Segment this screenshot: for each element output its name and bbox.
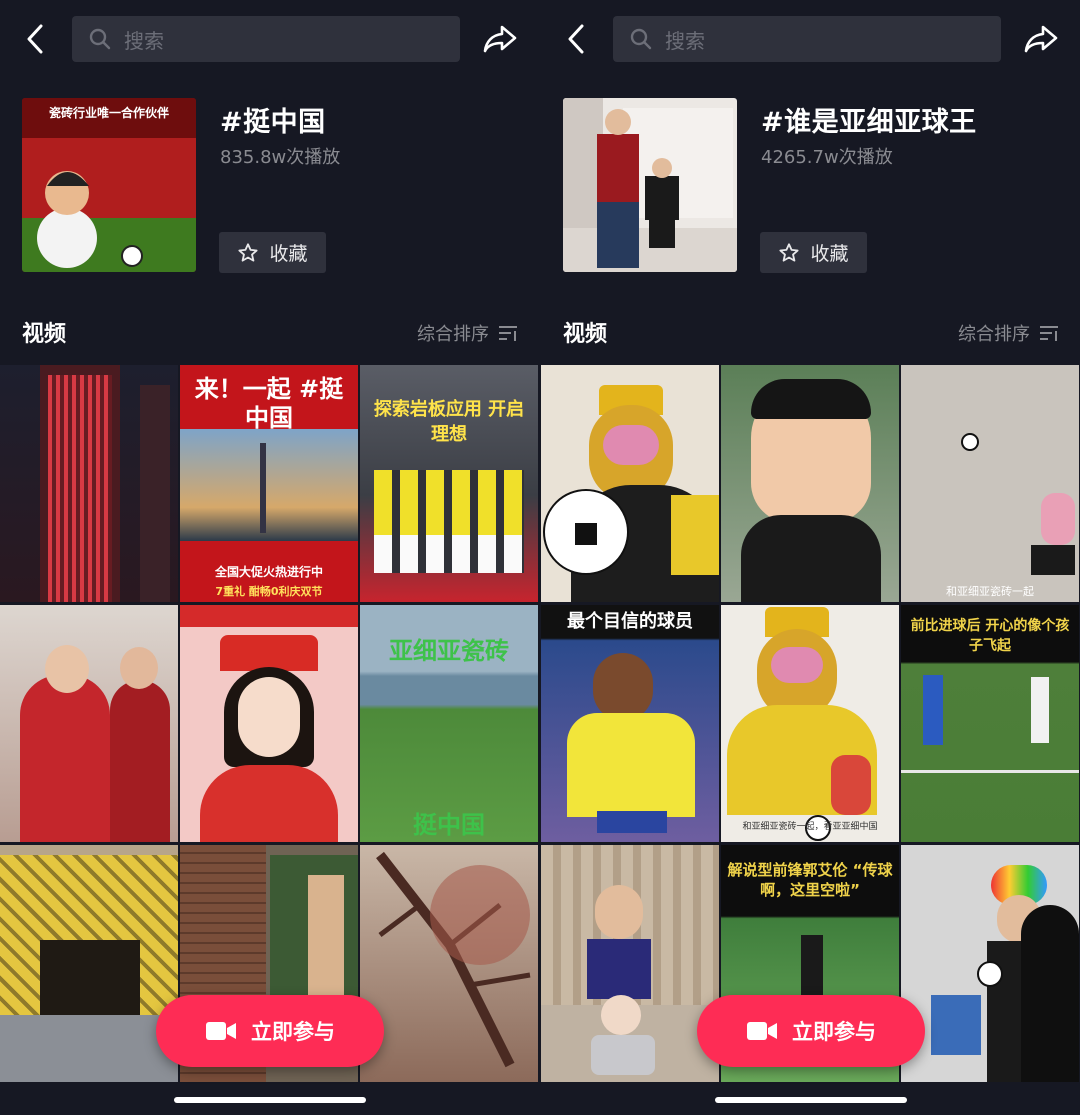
video-thumbnail[interactable] xyxy=(0,845,178,1082)
video-caption: 来！一起 #挺中国 xyxy=(194,375,344,432)
video-thumbnail[interactable] xyxy=(0,605,178,842)
hashtag-cover-image xyxy=(563,98,737,272)
share-button[interactable] xyxy=(481,22,519,56)
section-title-videos: 视频 xyxy=(22,322,67,347)
play-count: 835.8w次播放 xyxy=(220,147,341,168)
hashtag-cover-image: 瓷砖行业唯一合作伙伴 xyxy=(22,98,196,272)
chevron-left-icon xyxy=(568,24,584,54)
top-bar: 搜索 xyxy=(0,16,539,62)
hashtag-title: #谁是亚细亚球王 xyxy=(761,107,977,138)
search-icon xyxy=(89,28,111,50)
star-icon xyxy=(238,242,259,262)
video-footer: 和亚细亚瓷砖一起，看亚亚细中国 xyxy=(742,822,878,832)
video-thumbnail[interactable] xyxy=(360,845,538,1082)
video-thumbnail[interactable] xyxy=(0,365,178,602)
video-thumbnail[interactable] xyxy=(180,605,358,842)
search-input[interactable]: 搜索 xyxy=(613,16,1001,62)
join-button[interactable]: 立即参与 xyxy=(697,995,925,1067)
home-indicator xyxy=(715,1097,907,1103)
cover-banner-text: 瓷砖行业唯一合作伙伴 xyxy=(48,106,169,120)
sort-icon xyxy=(499,326,517,341)
search-placeholder: 搜索 xyxy=(665,28,705,53)
sort-button[interactable]: 综合排序 xyxy=(417,320,519,346)
video-thumbnail[interactable]: 最个目信的球员 xyxy=(541,605,719,842)
video-thumbnail[interactable]: 前比进球后 开心的像个孩子飞起 xyxy=(901,605,1079,842)
sort-label: 综合排序 xyxy=(958,324,1030,345)
sort-icon xyxy=(1040,326,1058,341)
back-button[interactable] xyxy=(18,22,52,56)
video-thumbnail[interactable]: 来！一起 #挺中国 全国大促火热进行中 7重礼 酣畅0利庆双节 xyxy=(180,365,358,602)
hashtag-page-left: 搜索 瓷砖行业唯一合作伙伴 #挺中国 835.8w次播放 收藏 视频 综合排序 xyxy=(0,0,539,1115)
video-subcaption: 全国大促火热进行中 xyxy=(214,565,323,579)
video-thumbnail[interactable]: 和亚细亚瓷砖一起 xyxy=(901,365,1079,602)
video-grid: 来！一起 #挺中国 全国大促火热进行中 7重礼 酣畅0利庆双节 探索岩板应用 开… xyxy=(0,365,539,1082)
hashtag-page-right: 搜索 #谁是亚细亚球王 4265.7w次播放 收藏 视频 综合排序 和亚细亚瓷砖… xyxy=(541,0,1080,1115)
collect-label: 收藏 xyxy=(269,243,308,265)
video-caption: 前比进球后 开心的像个孩子飞起 xyxy=(910,618,1070,654)
sort-label: 综合排序 xyxy=(417,324,489,345)
chevron-left-icon xyxy=(27,24,43,54)
video-thumbnail[interactable]: 和亚细亚瓷砖一起，看亚亚细中国 xyxy=(721,605,899,842)
video-footer: 和亚细亚瓷砖一起 xyxy=(946,585,1034,598)
top-bar: 搜索 xyxy=(541,16,1080,62)
video-thumbnail[interactable] xyxy=(901,845,1079,1082)
video-caption: 最个目信的球员 xyxy=(567,611,693,632)
video-thumbnail[interactable] xyxy=(721,365,899,602)
search-icon xyxy=(630,28,652,50)
video-thumbnail[interactable] xyxy=(541,365,719,602)
video-thumbnail[interactable]: 亚细亚瓷砖 挺中国 xyxy=(360,605,538,842)
section-title-videos: 视频 xyxy=(563,322,608,347)
video-camera-icon xyxy=(206,1022,236,1040)
join-label: 立即参与 xyxy=(251,1020,335,1044)
collect-label: 收藏 xyxy=(810,243,849,265)
video-grid: 和亚细亚瓷砖一起 最个目信的球员 和亚细亚瓷砖一起，看亚亚细中国 前比进球后 开… xyxy=(541,365,1080,1082)
video-thumbnail[interactable] xyxy=(541,845,719,1082)
hashtag-title: #挺中国 xyxy=(220,107,326,138)
video-footer: 7重礼 酣畅0利庆双节 xyxy=(215,585,323,598)
search-placeholder: 搜索 xyxy=(124,28,164,53)
join-button[interactable]: 立即参与 xyxy=(156,995,384,1067)
collect-button[interactable]: 收藏 xyxy=(760,232,867,273)
join-label: 立即参与 xyxy=(792,1020,876,1044)
video-thumbnail[interactable]: 探索岩板应用 开启理想 xyxy=(360,365,538,602)
share-icon xyxy=(483,25,517,53)
collect-button[interactable]: 收藏 xyxy=(219,232,326,273)
play-count: 4265.7w次播放 xyxy=(761,147,893,168)
home-indicator xyxy=(174,1097,366,1103)
share-icon xyxy=(1024,25,1058,53)
star-icon xyxy=(779,242,800,262)
video-caption: 解说型前锋郭艾伦 “传球啊，这里空啦” xyxy=(727,861,893,899)
share-button[interactable] xyxy=(1022,22,1060,56)
video-caption: 亚细亚瓷砖 xyxy=(389,637,509,665)
back-button[interactable] xyxy=(559,22,593,56)
search-input[interactable]: 搜索 xyxy=(72,16,460,62)
video-camera-icon xyxy=(747,1022,777,1040)
sort-button[interactable]: 综合排序 xyxy=(958,320,1060,346)
video-footer: 挺中国 xyxy=(413,811,485,839)
video-caption: 探索岩板应用 开启理想 xyxy=(373,399,525,446)
